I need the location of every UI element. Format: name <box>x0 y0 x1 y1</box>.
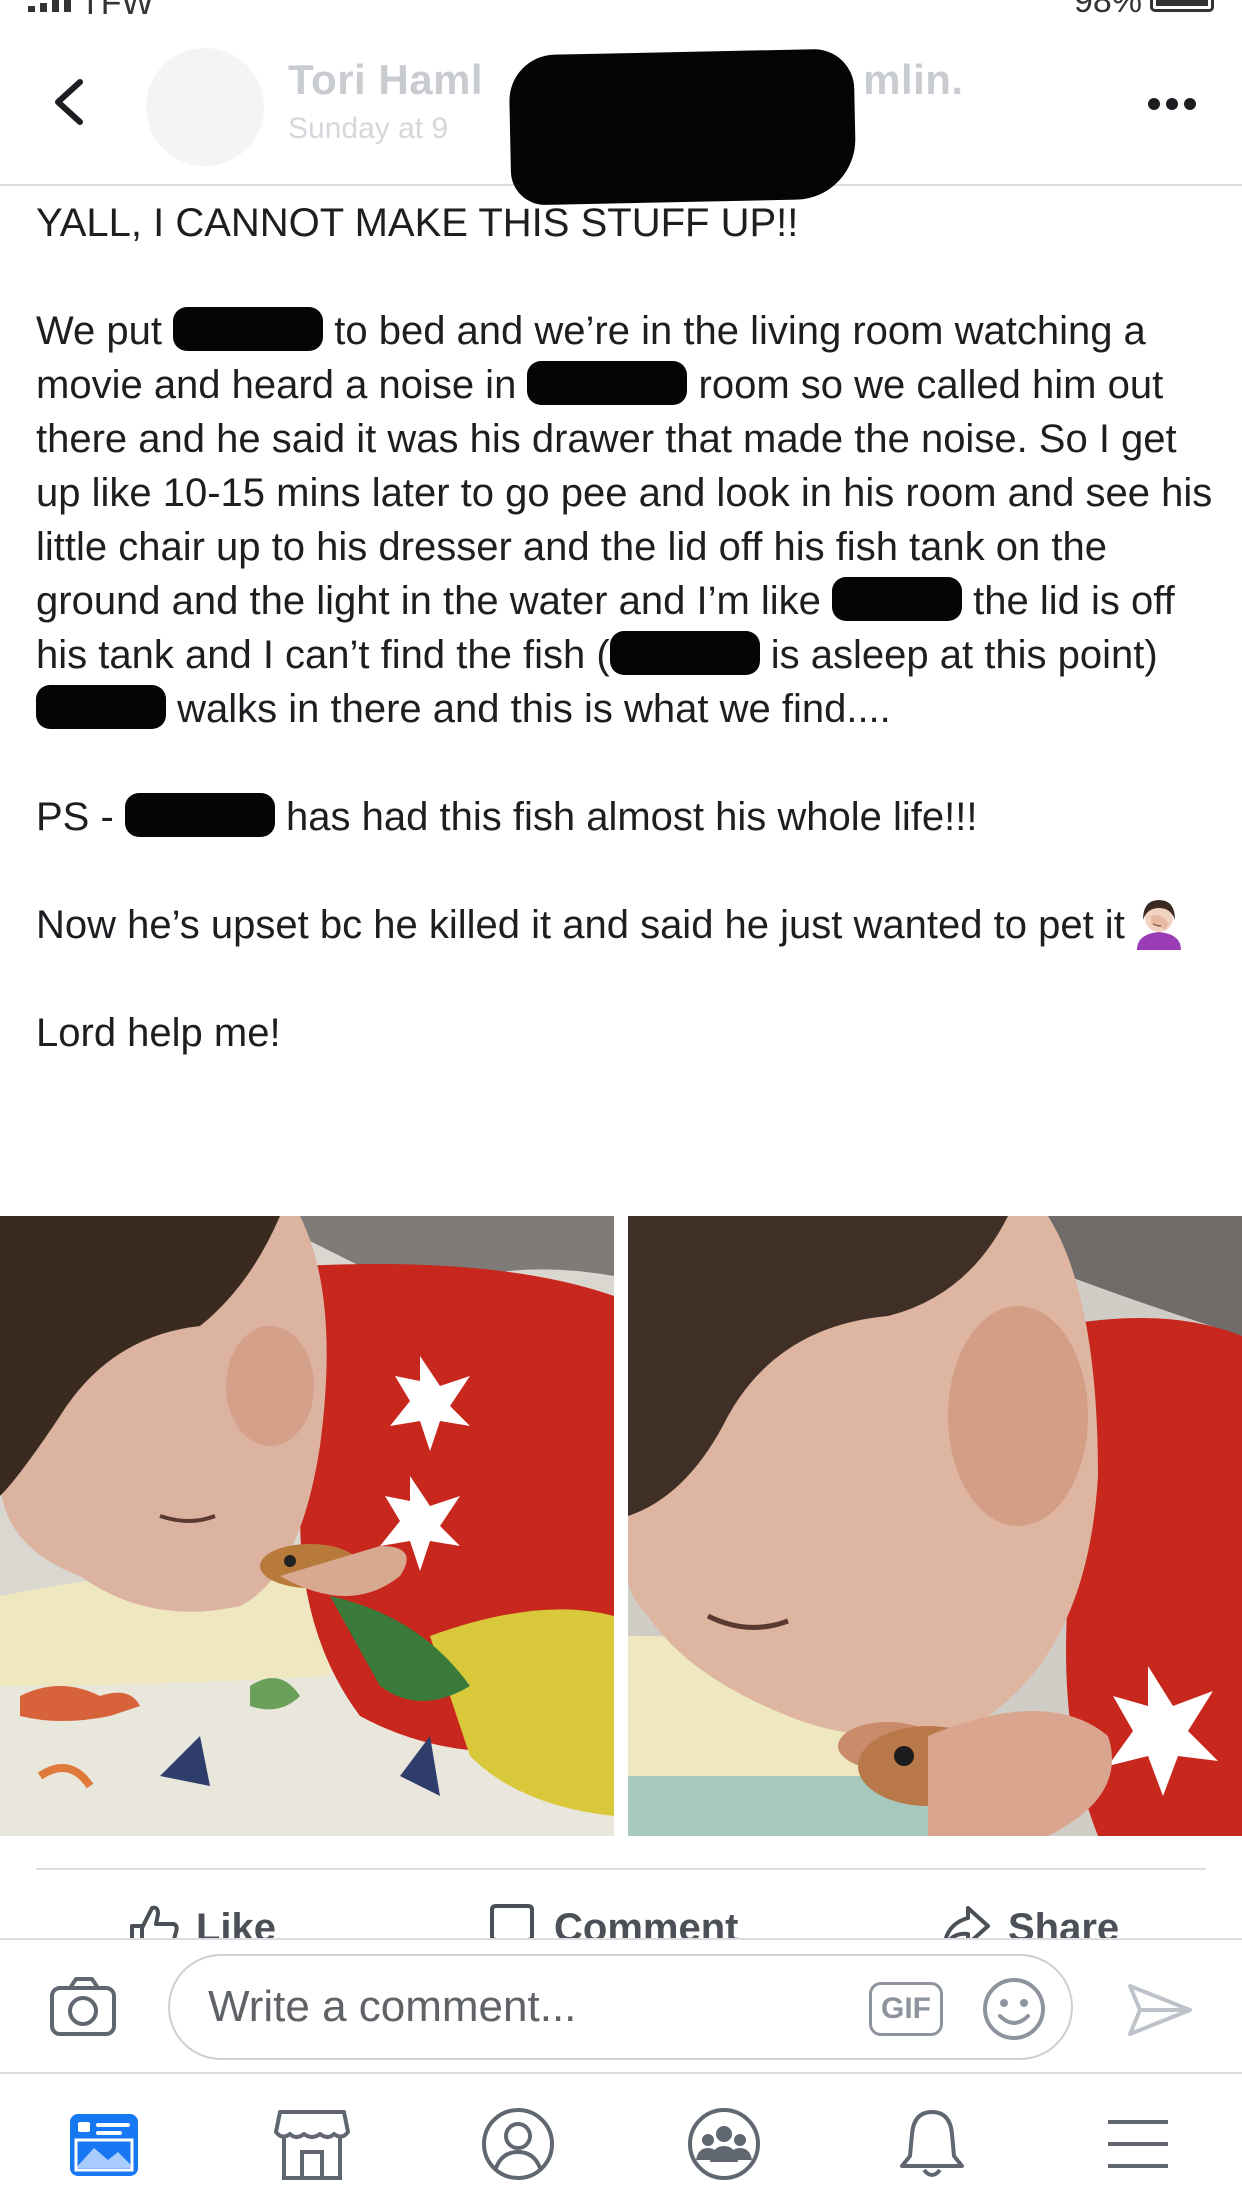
gif-button[interactable]: GIF <box>869 1982 943 2036</box>
like-label: Like <box>196 1905 277 1939</box>
redaction-mark <box>527 361 688 406</box>
photo-sleeping-child-with-fish <box>0 1216 614 1836</box>
menu-icon <box>1108 2120 1168 2168</box>
share-label: Share <box>1008 1905 1120 1939</box>
photo-sleeping-child-with-fish-closeup <box>628 1216 1242 1836</box>
chevron-left-icon <box>55 79 83 125</box>
like-button[interactable]: Like <box>126 1900 276 1938</box>
post-timestamp[interactable]: Sunday at 9 <box>288 112 448 146</box>
redaction-mark <box>609 631 760 676</box>
redaction-mark <box>508 48 857 206</box>
avatar[interactable] <box>146 48 264 166</box>
post-paragraph: Lord help me! <box>36 1011 281 1055</box>
redaction-mark <box>173 307 324 352</box>
nav-menu[interactable] <box>1098 2104 1178 2184</box>
post-paragraph: PS - has had this fish almost his whole … <box>36 793 978 839</box>
redaction-mark <box>36 685 166 730</box>
post-actions: Like Comment Share <box>0 1880 1242 1938</box>
comment-button[interactable]: Comment <box>484 1900 738 1938</box>
carrier-name: TFW <box>80 0 154 22</box>
smiley-icon[interactable] <box>981 1976 1047 2042</box>
comment-placeholder: Write a comment... <box>208 1982 577 2031</box>
post-paragraph: We put to bed and we’re in the living ro… <box>36 307 1213 731</box>
battery-percentage: 98% <box>1073 0 1142 20</box>
marketplace-icon <box>274 2110 350 2180</box>
post-header: Tori Haml mlin. Sunday at 9 <box>0 22 1242 206</box>
redaction-mark <box>832 577 963 622</box>
groups-icon <box>688 2108 760 2180</box>
share-arrow-icon <box>943 1906 990 1938</box>
post-paragraph: YALL, I CANNOT MAKE THIS STUFF UP!! <box>36 201 799 245</box>
divider <box>36 1868 1206 1870</box>
camera-icon[interactable] <box>48 1974 118 2038</box>
signal-icon <box>28 0 71 12</box>
post-photo[interactable] <box>628 1216 1242 1836</box>
back-button[interactable] <box>40 72 100 132</box>
comment-label: Comment <box>554 1905 739 1939</box>
redaction-mark <box>124 793 275 838</box>
send-icon[interactable] <box>1124 1980 1196 2040</box>
status-bar: TFW 98% <box>0 0 1242 22</box>
nav-marketplace[interactable] <box>272 2104 352 2184</box>
post-paragraph: Now he’s upset bc he killed it and said … <box>36 898 1216 952</box>
nav-notifications[interactable] <box>892 2104 972 2184</box>
post-body: YALL, I CANNOT MAKE THIS STUFF UP!! We p… <box>36 196 1216 1060</box>
nav-news-feed[interactable] <box>64 2104 144 2184</box>
facepalm-emoji-icon <box>1136 900 1181 951</box>
more-options-button[interactable] <box>1148 98 1196 110</box>
news-feed-icon <box>70 2114 138 2176</box>
author-name-end: mlin. <box>863 56 964 103</box>
nav-profile[interactable] <box>478 2104 558 2184</box>
more-horizontal-icon <box>1148 98 1160 110</box>
comment-bubble-icon <box>490 1904 534 1938</box>
thumbs-up-icon <box>130 1905 179 1938</box>
bottom-navigation <box>0 2074 1242 2208</box>
share-button[interactable]: Share <box>938 1900 1119 1938</box>
author-name-start: Tori Haml <box>288 56 484 103</box>
post-photo[interactable] <box>0 1216 614 1836</box>
battery-icon <box>1150 0 1214 12</box>
bell-icon <box>900 2110 964 2177</box>
profile-icon <box>482 2108 554 2180</box>
comment-input[interactable]: Write a comment... GIF <box>168 1954 1073 2060</box>
comment-composer: Write a comment... GIF <box>0 1938 1242 2074</box>
nav-groups[interactable] <box>684 2104 764 2184</box>
